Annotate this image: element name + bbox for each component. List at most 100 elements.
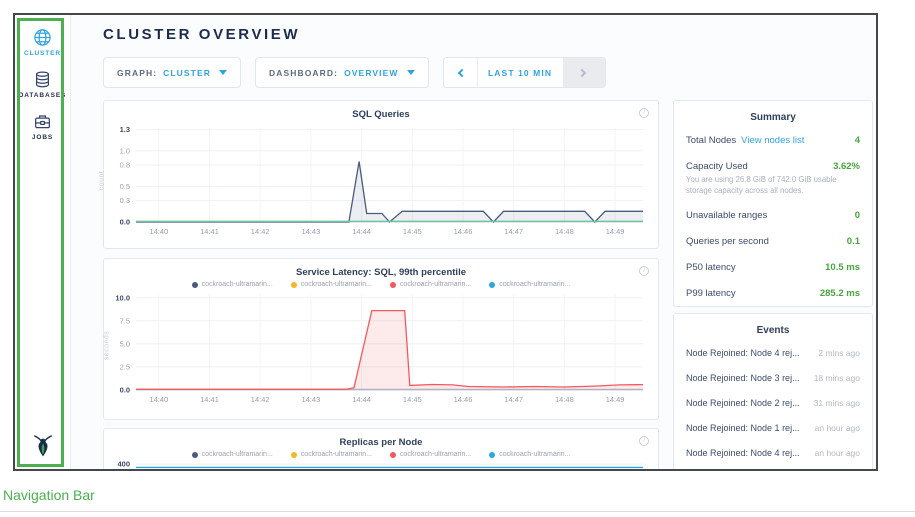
event-message: Node Rejoined: Node 3 rej... [686, 373, 800, 383]
event-message: Node Rejoined: Node 4 rej... [686, 348, 800, 358]
page-title: CLUSTER OVERVIEW [103, 26, 300, 43]
sql-queries-chart: 0.00.30.50.81.01.314:4014:4114:4214:4314… [104, 120, 657, 244]
svg-text:5.0: 5.0 [120, 339, 130, 348]
legend-item: cockroach-ultramarin... [390, 281, 471, 288]
summary-value: 0.1 [847, 236, 860, 247]
summary-value: 0 [855, 210, 860, 221]
event-time: 18 mins ago [808, 373, 860, 383]
summary-title: Summary [674, 101, 872, 127]
sidebar-item-cluster[interactable]: CLUSTER [15, 15, 70, 57]
svg-text:14:46: 14:46 [454, 227, 473, 236]
event-row[interactable]: Node Rejoined: Node 1 rej... an hour ago [674, 415, 872, 440]
legend-dot-icon [291, 282, 297, 288]
graph-dropdown[interactable]: GRAPH: CLUSTER [103, 57, 241, 88]
chevron-down-icon [219, 70, 227, 75]
svg-text:10.0: 10.0 [115, 293, 130, 302]
time-prev-button[interactable] [444, 58, 477, 87]
legend-dot-icon [489, 452, 495, 458]
summary-panel: Summary Total Nodes View nodes list 4 Ca… [673, 100, 873, 307]
app-screenshot-frame: CLUSTER DATABASES [13, 13, 878, 471]
chevron-down-icon [407, 70, 415, 75]
svg-text:14:40: 14:40 [149, 227, 168, 236]
chart-legend: cockroach-ultramarin... cockroach-ultrama… [104, 281, 658, 288]
svg-text:14:42: 14:42 [251, 227, 270, 236]
time-range-selector: LAST 10 MIN [443, 57, 606, 88]
legend-dot-icon [291, 452, 297, 458]
svg-text:14:49: 14:49 [606, 395, 625, 404]
svg-text:14:44: 14:44 [352, 395, 371, 404]
summary-row-unavailable-ranges: Unavailable ranges 0 [674, 202, 872, 228]
legend-dot-icon [192, 452, 198, 458]
svg-text:14:42: 14:42 [251, 395, 270, 404]
svg-text:2.5: 2.5 [120, 363, 130, 372]
navigation-bar: CLUSTER DATABASES [15, 15, 71, 469]
sidebar-item-jobs[interactable]: JOBS [15, 99, 70, 141]
info-icon[interactable]: i [639, 266, 649, 276]
svg-text:14:41: 14:41 [200, 395, 219, 404]
event-row[interactable]: Node Rejoined: Node 3 rej... 18 mins ago [674, 365, 872, 390]
replicas-per-node-chart: 400 [104, 458, 657, 471]
svg-text:14:47: 14:47 [504, 227, 523, 236]
database-icon [33, 70, 52, 89]
chart-title: Service Latency: SQL, 99th percentile [104, 259, 658, 278]
svg-text:14:48: 14:48 [555, 227, 574, 236]
legend-item: cockroach-ultramarin... [291, 451, 372, 458]
graph-dropdown-label: GRAPH: [117, 68, 157, 78]
legend-dot-icon [390, 282, 396, 288]
chevron-left-icon [457, 68, 465, 76]
annotation-label: Navigation Bar [3, 487, 95, 503]
legend-item: cockroach-ultramarin... [291, 281, 372, 288]
svg-text:400: 400 [117, 460, 130, 469]
page: CLUSTER DATABASES [0, 0, 915, 517]
time-range-value[interactable]: LAST 10 MIN [477, 58, 563, 87]
info-icon[interactable]: i [639, 436, 649, 446]
sidebar-item-label: DATABASES [19, 92, 67, 99]
svg-text:14:45: 14:45 [403, 395, 422, 404]
legend-item: cockroach-ultramarin... [489, 281, 570, 288]
svg-text:0.0: 0.0 [120, 386, 130, 395]
legend-item: cockroach-ultramarin... [489, 451, 570, 458]
sidebar-item-databases[interactable]: DATABASES [15, 57, 70, 99]
info-icon[interactable]: i [639, 108, 649, 118]
svg-text:0.0: 0.0 [120, 218, 130, 227]
view-nodes-list-link[interactable]: View nodes list [741, 135, 804, 146]
svg-text:1.3: 1.3 [120, 125, 130, 134]
events-panel: Events Node Rejoined: Node 4 rej... 2 mi… [673, 313, 873, 471]
event-time: 2 mins ago [812, 348, 860, 358]
service-latency-chart-card: Service Latency: SQL, 99th percentile i … [103, 258, 659, 420]
sql-queries-chart-card: SQL Queries i count 0.00.30.50.81.01.314… [103, 100, 659, 249]
legend-dot-icon [390, 452, 396, 458]
summary-label: P99 latency [686, 288, 736, 299]
chart-title: SQL Queries [104, 101, 658, 120]
summary-value: 3.62% [833, 161, 860, 172]
summary-row-total-nodes: Total Nodes View nodes list 4 [674, 127, 872, 153]
y-axis-label: count [98, 171, 105, 191]
dashboard-dropdown[interactable]: DASHBOARD: OVERVIEW [255, 57, 429, 88]
svg-text:14:48: 14:48 [555, 395, 574, 404]
divider [0, 511, 915, 512]
sidebar-item-label: CLUSTER [24, 50, 61, 57]
svg-text:14:43: 14:43 [302, 395, 321, 404]
svg-text:0.3: 0.3 [120, 196, 130, 205]
sidebar-item-label: JOBS [32, 134, 53, 141]
event-message: Node Rejoined: Node 1 rej... [686, 423, 800, 433]
event-message: Node Rejoined: Node 2 rej... [686, 398, 800, 408]
y-axis-label: seconds [103, 331, 110, 361]
event-row[interactable]: Node Rejoined: Node 4 rej... an hour ago [674, 440, 872, 465]
event-time: an hour ago [809, 448, 860, 458]
legend-item: cockroach-ultramarin... [192, 451, 273, 458]
event-message: Node Rejoined: Node 4 rej... [686, 448, 800, 458]
chart-legend: cockroach-ultramarin... cockroach-ultrama… [104, 451, 658, 458]
summary-row-p50: P50 latency 10.5 ms [674, 254, 872, 280]
time-next-button[interactable] [563, 58, 605, 87]
summary-label: Queries per second [686, 236, 769, 247]
summary-label: Total Nodes [686, 135, 736, 146]
cockroach-logo[interactable] [15, 432, 70, 459]
event-row[interactable]: Node Rejoined: Node 2 rej... 31 mins ago [674, 390, 872, 415]
briefcase-icon [33, 112, 52, 131]
event-row[interactable]: Node Rejoined: Node 4 rej... 2 mins ago [674, 340, 872, 365]
summary-value: 285.2 ms [820, 288, 860, 299]
dashboard-dropdown-value: OVERVIEW [344, 68, 398, 78]
summary-label: P50 latency [686, 262, 736, 273]
svg-text:14:43: 14:43 [302, 227, 321, 236]
